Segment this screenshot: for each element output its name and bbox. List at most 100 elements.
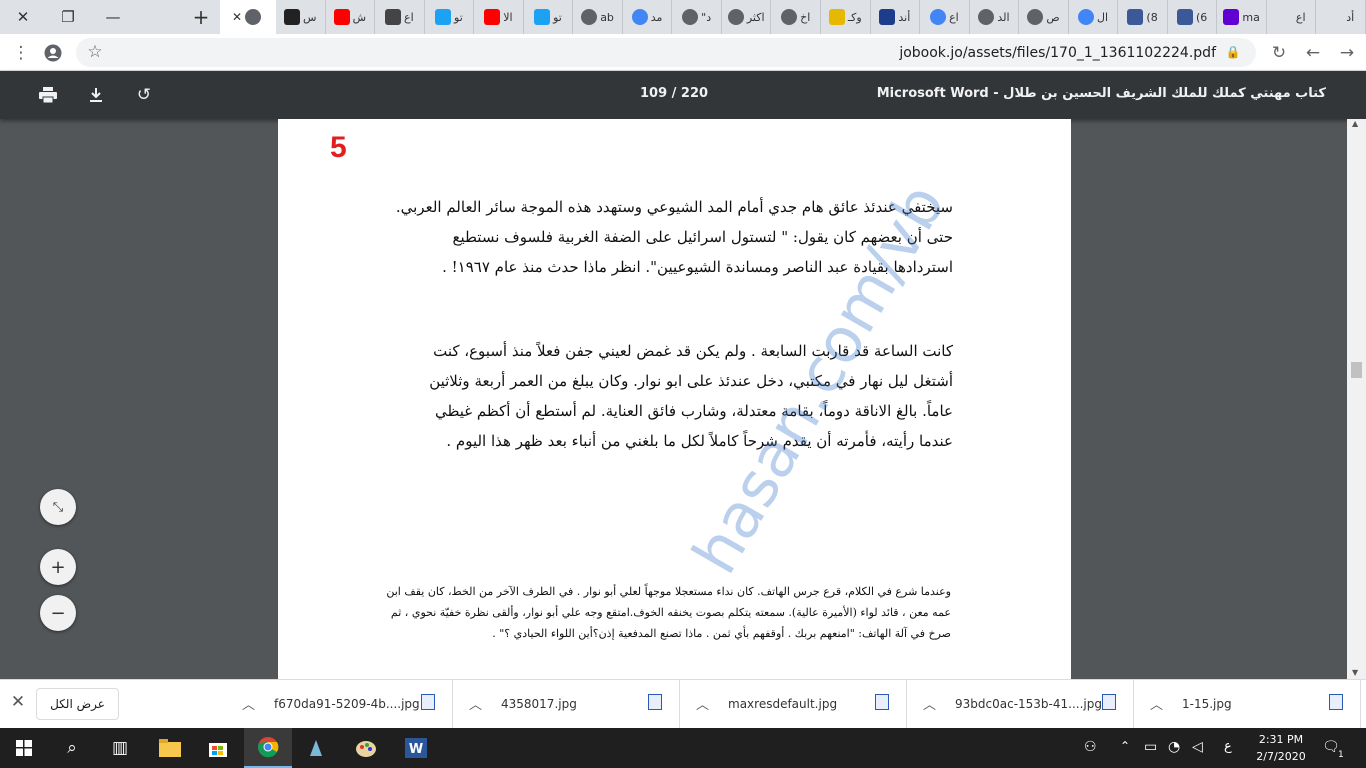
- store-icon[interactable]: [194, 728, 242, 768]
- print-icon[interactable]: [36, 83, 60, 107]
- blank-icon: [1276, 9, 1293, 25]
- browser-tab[interactable]: ال: [1069, 0, 1119, 34]
- browser-tab[interactable]: اع: [920, 0, 970, 34]
- forward-icon[interactable]: ←: [1300, 40, 1326, 66]
- browser-tab[interactable]: ab: [573, 0, 623, 34]
- rotate-icon[interactable]: ↺: [132, 83, 156, 107]
- close-icon[interactable]: ✕: [232, 10, 242, 24]
- browser-tab[interactable]: تو: [524, 0, 574, 34]
- twitter-icon: [435, 9, 452, 25]
- browser-tab[interactable]: ma: [1217, 0, 1267, 34]
- people-icon[interactable]: ⚇: [1084, 739, 1097, 755]
- download-item[interactable]: ︿ 93bdc0ac-153b-41....jpg: [909, 680, 1134, 729]
- browser-tab[interactable]: أد: [1316, 0, 1366, 34]
- fit-page-icon[interactable]: ⤡: [40, 489, 76, 525]
- browser-tab[interactable]: "د: [672, 0, 722, 34]
- scrollbar[interactable]: ▲ ▼: [1347, 119, 1366, 679]
- browser-tab[interactable]: ✕: [220, 0, 276, 34]
- clock[interactable]: 2:31 PM 2/7/2020: [1251, 731, 1311, 765]
- more-menu-icon[interactable]: ⋮: [8, 40, 34, 66]
- scrollbar-thumb[interactable]: [1351, 362, 1362, 378]
- facebook-icon: [1127, 9, 1144, 25]
- browser-tab[interactable]: اع: [1267, 0, 1317, 34]
- lock-icon[interactable]: 🔒: [1220, 39, 1246, 65]
- plus-icon[interactable]: +: [178, 0, 224, 34]
- tab-label: وكـ: [847, 10, 862, 24]
- chevron-up-icon[interactable]: ⌃: [1120, 739, 1130, 753]
- restore-window-button[interactable]: ❐: [45, 0, 91, 34]
- close-shelf-icon[interactable]: ✕: [8, 692, 28, 712]
- browser-tab[interactable]: تو: [425, 0, 475, 34]
- chevron-up-icon[interactable]: ︿: [696, 694, 709, 713]
- footnote-line: صرخ في آلة الهاتف: "امنعهم بربك . أوقفهم…: [492, 627, 951, 640]
- browser-tab[interactable]: مد: [623, 0, 673, 34]
- globe-icon: [581, 9, 598, 25]
- paint-icon[interactable]: [342, 728, 390, 768]
- bookmark-star-icon[interactable]: ☆: [82, 39, 108, 65]
- youtube-icon: [333, 9, 350, 25]
- browser-tab[interactable]: اكثر: [722, 0, 772, 34]
- app-icon[interactable]: [292, 728, 340, 768]
- chevron-up-icon[interactable]: ︿: [469, 694, 482, 713]
- chevron-up-icon[interactable]: ︿: [1150, 694, 1163, 713]
- tab-label: تو: [454, 10, 463, 24]
- scroll-up-icon[interactable]: ▲: [1352, 119, 1358, 128]
- file-explorer-icon[interactable]: [146, 728, 194, 768]
- battery-icon[interactable]: ▭: [1144, 739, 1157, 755]
- chevron-up-icon[interactable]: ︿: [242, 694, 255, 713]
- page-counter[interactable]: 109 / 220: [640, 86, 708, 101]
- browser-tab[interactable]: الا: [474, 0, 524, 34]
- address-bar[interactable]: ☆ jobook.jo/assets/files/170_1_136110222…: [76, 38, 1256, 67]
- browser-tab[interactable]: س: [276, 0, 326, 34]
- word-icon[interactable]: W: [392, 728, 440, 768]
- document-title: Microsoft Word - كتاب مهنتي كملك للملك ا…: [876, 86, 1326, 101]
- tabs-container: ✕ س ش اع تو الا تو ab مد "د اكثر اخ وكـ أند اع الد ص ال (8…: [220, 0, 1366, 34]
- download-icon[interactable]: [84, 83, 108, 107]
- back-icon[interactable]: →: [1334, 40, 1360, 66]
- chevron-up-icon[interactable]: ︿: [923, 694, 936, 713]
- tab-label: ص: [1046, 10, 1060, 24]
- tab-label: الد: [997, 10, 1010, 24]
- browser-toolbar: ⋮ ☆ jobook.jo/assets/files/170_1_1361102…: [0, 34, 1366, 71]
- zoom-in-icon[interactable]: +: [40, 549, 76, 585]
- browser-tab[interactable]: (6: [1168, 0, 1218, 34]
- tab-strip: ✕ ❐ — + ✕ س ش اع تو الا تو ab مد "د اكثر اخ وكـ أند اع…: [0, 0, 1366, 34]
- browser-tab[interactable]: الد: [970, 0, 1020, 34]
- tab-label: (6: [1195, 10, 1208, 24]
- search-icon[interactable]: ⌕: [48, 728, 96, 768]
- zoom-out-icon[interactable]: −: [40, 595, 76, 631]
- download-item[interactable]: ︿ 4358017.jpg: [455, 680, 680, 729]
- browser-tab[interactable]: اع: [375, 0, 425, 34]
- download-item[interactable]: ︿ maxresdefault.jpg: [682, 680, 907, 729]
- profile-icon[interactable]: [40, 40, 66, 66]
- taskbar: ⌕ ▥ W ⚇ ⌃ ▭ ◔ ◁ ع 2:31 PM 2/7/2020 🗨 1: [0, 728, 1366, 768]
- download-item[interactable]: ︿ 1-15.jpg: [1136, 680, 1361, 729]
- browser-tab[interactable]: (8: [1118, 0, 1168, 34]
- download-item[interactable]: ︿ f670da91-5209-4b....jpg: [228, 680, 453, 729]
- tab-label: (8: [1146, 10, 1158, 24]
- browser-tab[interactable]: أند: [871, 0, 921, 34]
- scroll-down-icon[interactable]: ▼: [1352, 668, 1358, 677]
- browser-tab[interactable]: ص: [1019, 0, 1069, 34]
- browser-tab[interactable]: وكـ: [821, 0, 871, 34]
- task-view-icon[interactable]: ▥: [96, 728, 144, 768]
- image-file-icon: [648, 694, 662, 710]
- language-indicator[interactable]: ع: [1224, 739, 1232, 754]
- tab-label: س: [303, 10, 317, 24]
- volume-icon[interactable]: ◁: [1192, 739, 1203, 755]
- reload-icon[interactable]: ↻: [1266, 40, 1292, 66]
- image-file-icon: [1329, 694, 1343, 710]
- tab-label: اع: [949, 10, 959, 24]
- chrome-icon[interactable]: [244, 728, 292, 768]
- show-all-button[interactable]: عرض الكل: [36, 688, 119, 720]
- google-icon: [1077, 9, 1094, 25]
- windows-start-icon[interactable]: [0, 728, 48, 768]
- browser-tab[interactable]: ش: [326, 0, 376, 34]
- wifi-icon[interactable]: ◔: [1168, 739, 1180, 755]
- svg-text:W: W: [409, 742, 423, 757]
- download-filename: 93bdc0ac-153b-41....jpg: [955, 697, 1102, 711]
- minimize-window-button[interactable]: —: [90, 0, 136, 34]
- download-shelf: ✕ عرض الكل ︿ 1-15.jpg ︿ 93bdc0ac-153b-41...…: [0, 679, 1366, 729]
- browser-tab[interactable]: اخ: [771, 0, 822, 34]
- close-window-button[interactable]: ✕: [0, 0, 46, 34]
